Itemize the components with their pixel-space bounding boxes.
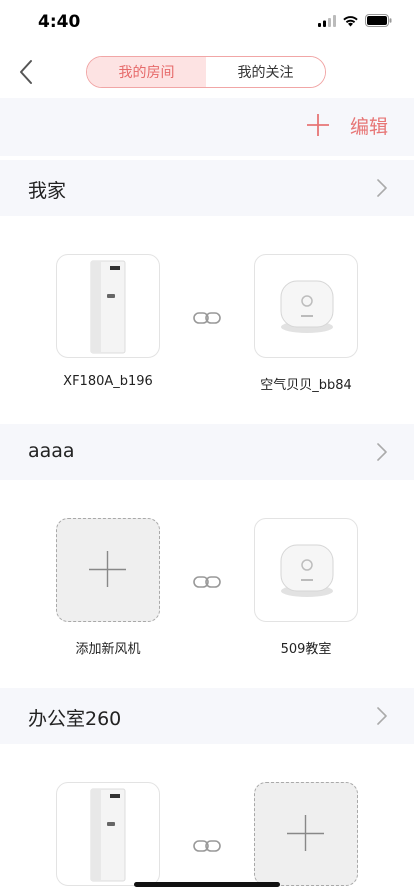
chevron-right-icon	[377, 179, 387, 197]
room-header[interactable]: aaaa	[0, 424, 414, 480]
segmented-control: 我的房间 我的关注	[86, 56, 326, 88]
signal-icon	[318, 14, 336, 27]
device-label: 509教室	[280, 642, 332, 657]
room-title: aaaa	[28, 440, 75, 462]
room-title: 我家	[28, 180, 67, 202]
air-monitor-icon	[280, 544, 334, 597]
room-header[interactable]: 我家	[0, 160, 414, 216]
room-header[interactable]: 办公室260	[0, 688, 414, 744]
plus-icon	[287, 815, 324, 851]
fresh-air-unit-icon	[90, 788, 126, 882]
add-room-button[interactable]	[305, 112, 331, 138]
device-label: XF180A_b196	[63, 374, 153, 389]
back-button[interactable]	[14, 58, 40, 86]
home-indicator	[134, 882, 280, 887]
device-label: 空气贝贝_bb84	[260, 378, 352, 393]
device-label: 添加新风机	[75, 642, 141, 657]
link-icon	[193, 312, 221, 324]
room-body	[0, 744, 414, 896]
battery-icon	[365, 14, 392, 27]
wifi-icon	[343, 15, 358, 26]
edit-button[interactable]: 编辑	[350, 112, 388, 139]
plus-icon	[307, 114, 329, 136]
room-body: 添加新风机 509教室	[0, 480, 414, 688]
toolbar: 编辑	[0, 98, 414, 156]
tab-my-follows[interactable]: 我的关注	[206, 57, 325, 87]
room-title: 办公室260	[28, 708, 122, 730]
link-icon	[193, 576, 221, 588]
status-icons	[318, 14, 392, 27]
chevron-left-icon	[20, 60, 32, 84]
device-card-fresh-air[interactable]	[56, 782, 160, 886]
plus-icon	[89, 551, 126, 587]
fresh-air-unit-icon	[90, 260, 126, 354]
status-bar: 4:40	[0, 0, 414, 44]
add-device-card[interactable]	[254, 782, 358, 886]
link-icon	[193, 840, 221, 852]
air-monitor-icon	[280, 280, 334, 333]
device-card-fresh-air[interactable]	[56, 254, 160, 358]
chevron-right-icon	[377, 443, 387, 461]
add-device-card[interactable]	[56, 518, 160, 622]
chevron-right-icon	[377, 707, 387, 725]
status-time: 4:40	[38, 12, 81, 32]
room-body: XF180A_b196 空气贝贝_bb84	[0, 216, 414, 424]
nav-bar: 我的房间 我的关注	[0, 44, 414, 98]
device-card-air-monitor[interactable]	[254, 254, 358, 358]
device-card-air-monitor[interactable]	[254, 518, 358, 622]
tab-my-rooms[interactable]: 我的房间	[87, 57, 206, 87]
